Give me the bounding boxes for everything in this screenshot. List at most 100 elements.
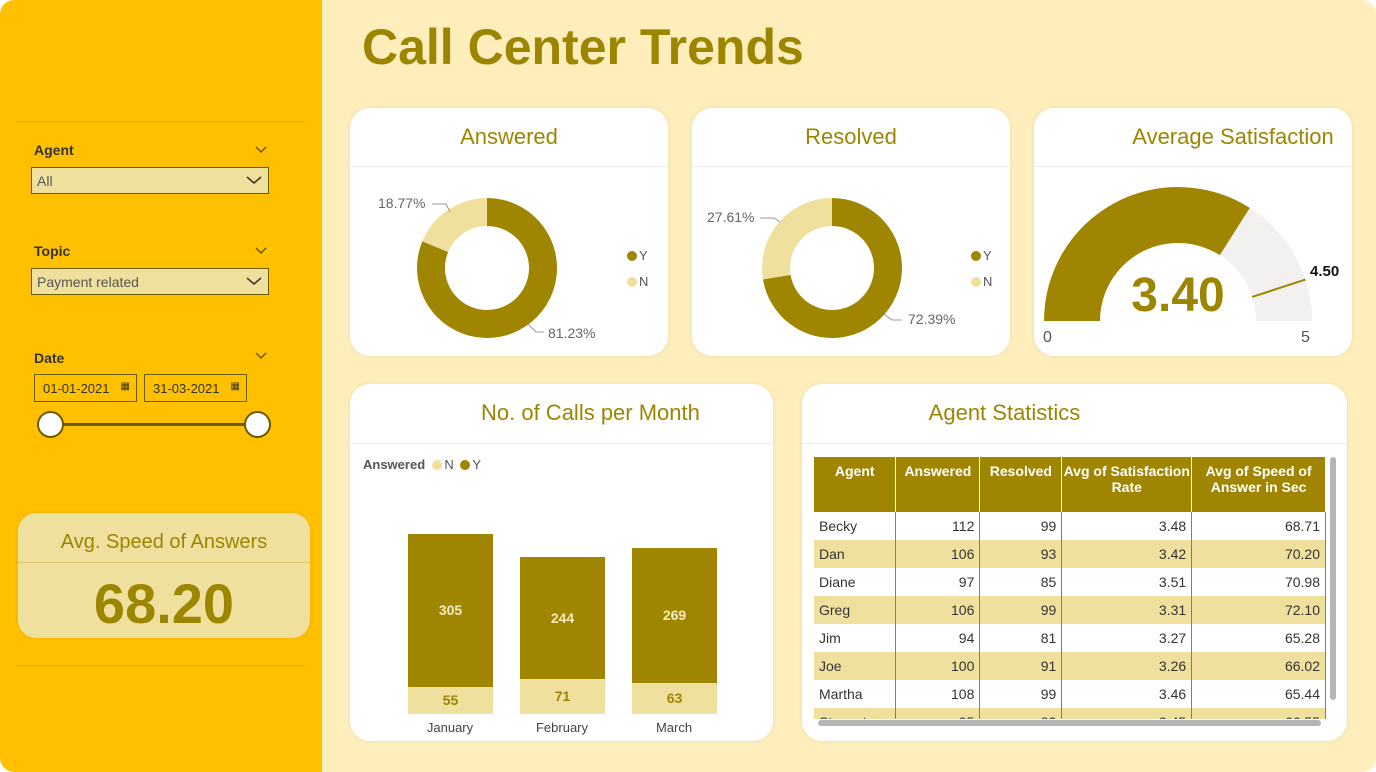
table-row[interactable]: Diane 97 85 3.51 70.98 — [814, 568, 1326, 596]
divider — [18, 562, 310, 563]
chevron-down-icon — [246, 176, 262, 184]
calendar-icon: ▦ — [230, 381, 240, 392]
resolved-n-label: 27.61% — [707, 209, 755, 225]
table-cell: 100 — [895, 652, 981, 680]
x-axis-tick-label: February — [535, 720, 589, 735]
legend-label-y: Y — [472, 457, 482, 472]
table-cell: 3.42 — [1061, 540, 1193, 568]
table-row[interactable]: Stewart95823.4566.55 — [814, 708, 1326, 719]
date-slider-track[interactable] — [50, 423, 257, 426]
column-header-answered[interactable]: Answered — [895, 457, 981, 512]
satisfaction-value: 3.40 — [1131, 269, 1225, 322]
legend-dot — [460, 460, 471, 470]
date-slider-end-handle[interactable] — [244, 411, 271, 438]
avg-speed-card: Avg. Speed of Answers 68.20 — [18, 513, 310, 638]
bar-data-label: 55 — [442, 692, 459, 709]
table-cell: 3.26 — [1061, 652, 1193, 680]
chevron-down-icon — [246, 277, 262, 285]
bar-data-label: 244 — [550, 609, 575, 626]
dashboard: Agent All Topic Payment related Date 01-… — [0, 0, 1376, 772]
table-row[interactable]: Jim 94 81 3.27 65.28 — [814, 624, 1326, 652]
topic-filter-label: Topic — [34, 243, 71, 259]
leader-line — [527, 323, 544, 333]
legend-label: N — [983, 274, 993, 289]
bar-data-label: 269 — [662, 607, 687, 624]
start-date-input[interactable]: 01-01-2021 ▦ — [34, 374, 137, 402]
bar-data-label: 305 — [438, 602, 463, 619]
table-cell: 82 — [979, 708, 1063, 719]
table-cell: 112 — [895, 512, 981, 540]
agent-dropdown[interactable]: All — [31, 167, 269, 194]
divider — [802, 443, 1347, 444]
table-cell: Diane — [814, 568, 897, 596]
topic-dropdown[interactable]: Payment related — [31, 268, 269, 295]
bar-data-label: 71 — [554, 688, 571, 705]
donut-slice-n — [762, 198, 832, 280]
vertical-scrollbar[interactable] — [1330, 457, 1336, 700]
table-row[interactable]: Greg 106 99 3.31 72.10 — [814, 596, 1326, 624]
agent-dropdown-value: All — [37, 173, 53, 189]
legend-dot — [627, 277, 637, 287]
table-cell: 99 — [979, 512, 1063, 540]
legend-title: Answered — [363, 457, 426, 472]
table-cell: Jim — [814, 624, 897, 652]
table-cell: 65.44 — [1191, 680, 1326, 708]
end-date-input[interactable]: 31-03-2021 ▦ — [144, 374, 247, 402]
table-row[interactable]: Dan 106 93 3.42 70.20 — [814, 540, 1326, 568]
table-cell: 81 — [979, 624, 1063, 652]
table-cell: Joe — [814, 652, 897, 680]
table-cell: 72.10 — [1191, 596, 1326, 624]
legend-label: Y — [983, 248, 992, 263]
column-header-satisfaction[interactable]: Avg of Satisfaction Rate — [1061, 457, 1193, 512]
calendar-icon: ▦ — [120, 381, 130, 392]
donut-slice-n — [422, 198, 487, 252]
chevron-down-icon[interactable] — [254, 244, 268, 258]
table-cell: 3.45 — [1061, 708, 1193, 719]
table-cell: 66.02 — [1191, 652, 1326, 680]
topic-dropdown-value: Payment related — [37, 274, 139, 290]
table-cell: 94 — [895, 624, 981, 652]
table-cell: 3.31 — [1061, 596, 1193, 624]
column-header-agent[interactable]: Agent — [814, 457, 897, 512]
legend-item-y: Y — [971, 248, 992, 263]
table-cell: 70.98 — [1191, 568, 1326, 596]
table-row[interactable]: Martha 108 99 3.46 65.44 — [814, 680, 1326, 708]
chevron-down-icon[interactable] — [254, 349, 268, 363]
table-cell: 70.20 — [1191, 540, 1326, 568]
column-header-speed[interactable]: Avg of Speed of Answer in Sec — [1191, 457, 1326, 512]
table-cell: 68.71 — [1191, 512, 1326, 540]
resolved-y-label: 72.39% — [908, 311, 956, 327]
table-cell: Stewart — [814, 708, 897, 719]
legend-label: N — [639, 274, 649, 289]
table-cell: 97 — [895, 568, 981, 596]
calls-legend: Answered N Y — [363, 457, 481, 472]
table-cell: 66.55 — [1191, 708, 1326, 719]
answered-donut-chart — [417, 198, 557, 338]
table-cell: 99 — [979, 680, 1063, 708]
date-filter-label: Date — [34, 350, 65, 366]
agent-stats-title: Agent Statistics — [928, 400, 1081, 425]
column-header-resolved[interactable]: Resolved — [979, 457, 1063, 512]
leader-line — [883, 313, 902, 321]
end-date-value: 31-03-2021 — [153, 381, 220, 396]
table-cell: 93 — [979, 540, 1063, 568]
agent-stats-table[interactable]: Agent Answered Resolved Avg of Satisfact… — [814, 457, 1330, 719]
legend-item-n: N — [627, 274, 648, 289]
agent-filter-label: Agent — [34, 142, 74, 158]
date-slider-start-handle[interactable] — [37, 411, 64, 438]
table-cell: 91 — [979, 652, 1063, 680]
filter-sidebar: Agent All Topic Payment related Date 01-… — [0, 0, 322, 772]
table-cell: 3.51 — [1061, 568, 1193, 596]
x-axis-tick-label: March — [655, 720, 693, 735]
legend-dot — [627, 251, 637, 261]
table-row[interactable]: Joe 100 91 3.26 66.02 — [814, 652, 1326, 680]
horizontal-scrollbar[interactable] — [818, 720, 1321, 726]
table-row[interactable]: Becky 112 99 3.48 68.71 — [814, 512, 1326, 540]
answered-y-label: 81.23% — [548, 325, 596, 341]
table-cell: 106 — [895, 540, 981, 568]
legend-item-y: Y — [627, 248, 648, 263]
answered-n-label: 18.77% — [378, 195, 426, 211]
chevron-down-icon[interactable] — [254, 143, 268, 157]
table-cell: 3.27 — [1061, 624, 1193, 652]
x-axis-tick-label: January — [426, 720, 474, 735]
